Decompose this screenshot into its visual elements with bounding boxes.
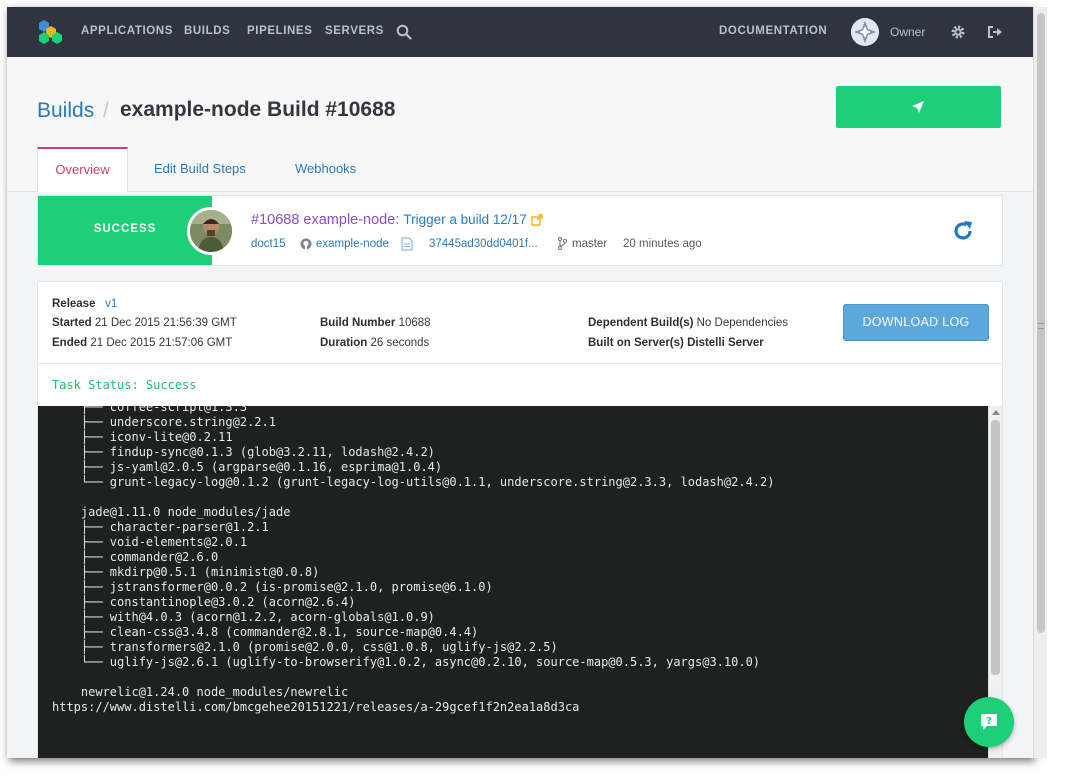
log-line: ├── iconv-lite@0.2.11 <box>52 430 233 444</box>
breadcrumb-builds-link[interactable]: Builds <box>37 99 94 123</box>
nav-builds[interactable]: BUILDS <box>184 25 230 37</box>
commit-message-link[interactable]: Trigger a build 12/17 <box>403 212 526 227</box>
duration-label: Duration <box>320 337 368 349</box>
nav-applications[interactable]: APPLICATIONS <box>81 25 173 37</box>
log-line: └── uglify-js@2.6.1 (uglify-to-browserif… <box>52 655 761 669</box>
task-status: Task Status: Success <box>52 378 197 392</box>
scroll-up-arrow-icon[interactable] <box>992 410 1000 415</box>
release-row: Release v1 <box>52 298 117 310</box>
search-icon[interactable] <box>396 24 412 40</box>
log-line: newrelic@1.24.0 node_modules/newrelic <box>52 685 349 699</box>
log-line: ├── transformers@2.1.0 (promise@2.0.0, c… <box>52 640 558 654</box>
main-content: SUCCESS #10688 example-node: Trigger a b… <box>7 192 1033 758</box>
built-on-value: Distelli Server <box>687 337 764 349</box>
browser-window: APPLICATIONS BUILDS PIPELINES SERVERS DO… <box>7 7 1033 758</box>
nav-documentation[interactable]: DOCUMENTATION <box>719 25 827 37</box>
branch-icon <box>557 237 567 250</box>
log-line: jade@1.11.0 node_modules/jade <box>52 505 291 519</box>
scrollbar-grip <box>1038 323 1044 329</box>
duration-value: 26 seconds <box>370 337 430 349</box>
download-log-button[interactable]: DOWNLOAD LOG <box>843 304 989 341</box>
external-link-icon[interactable] <box>530 214 543 226</box>
log-line: └── grunt-legacy-log@0.1.2 (grunt-legacy… <box>52 475 775 489</box>
commit-file-icon <box>401 237 413 251</box>
sign-out-icon[interactable] <box>987 24 1003 40</box>
log-line: ├── constantinople@3.0.2 (acorn@2.6.4) <box>52 595 356 609</box>
log-line: ├── with@4.0.3 (acorn@1.2.2, acorn-globa… <box>52 610 435 624</box>
log-line: ├── underscore.string@2.2.1 <box>52 415 276 429</box>
help-question-icon: ? <box>981 714 997 730</box>
release-link[interactable]: v1 <box>105 298 117 310</box>
logo-icon[interactable] <box>37 19 63 45</box>
build-time: 20 minutes ago <box>623 238 702 250</box>
build-log-terminal[interactable]: ├── coffee-script@1.3.3 ├── underscore.s… <box>38 406 988 758</box>
log-line: ├── commander@2.6.0 <box>52 550 219 564</box>
log-line: ├── character-parser@1.2.1 <box>52 520 269 534</box>
tab-overview[interactable]: Overview <box>37 147 128 192</box>
build-number-label: Build Number <box>320 317 396 329</box>
started-value: 21 Dec 2015 21:56:39 GMT <box>94 317 237 329</box>
dependent-value: No Dependencies <box>696 317 789 329</box>
ended-label: Ended <box>52 337 88 349</box>
log-line: ├── void-elements@2.0.1 <box>52 535 248 549</box>
log-line: ├── coffee-script@1.3.3 <box>52 406 248 414</box>
ended-value: 21 Dec 2015 21:57:06 GMT <box>90 337 233 349</box>
tab-webhooks[interactable]: Webhooks <box>295 161 356 176</box>
status-badge: SUCCESS <box>38 196 212 265</box>
started-label: Started <box>52 317 92 329</box>
release-label: Release <box>52 298 96 310</box>
page-scrollbar[interactable] <box>1033 7 1047 758</box>
deploy-button[interactable] <box>836 86 1001 128</box>
page-title: example-node Build #10688 <box>120 98 396 121</box>
log-line: https://www.distelli.com/bmcgehee2015122… <box>52 700 580 714</box>
user-name[interactable]: Owner <box>890 25 925 39</box>
dependent-row: Dependent Build(s) No Dependencies <box>588 317 788 329</box>
duration-row: Duration 26 seconds <box>320 337 429 349</box>
branch-name: master <box>572 238 608 250</box>
nav-pipelines[interactable]: PIPELINES <box>247 25 312 37</box>
committer-avatar <box>187 207 235 255</box>
build-number-link[interactable]: #10688 <box>251 212 299 228</box>
user-avatar[interactable] <box>851 18 879 46</box>
page-header: Builds / example-node Build #10688 Overv… <box>7 57 1033 192</box>
repo-link[interactable]: example-node <box>316 238 389 250</box>
log-line: ├── jstransformer@0.0.2 (is-promise@2.1.… <box>52 580 493 594</box>
svg-text:?: ? <box>986 716 992 727</box>
build-summary-card: SUCCESS #10688 example-node: Trigger a b… <box>37 195 1003 266</box>
ended-row: Ended 21 Dec 2015 21:57:06 GMT <box>52 337 232 349</box>
help-chat-button[interactable]: ? <box>964 697 1014 747</box>
log-line: ├── findup-sync@0.1.3 (glob@3.2.11, loda… <box>52 445 435 459</box>
refresh-icon[interactable] <box>951 219 975 243</box>
gear-icon[interactable] <box>950 24 966 40</box>
log-line: ├── clean-css@3.4.8 (commander@2.8.1, so… <box>52 625 479 639</box>
top-nav: APPLICATIONS BUILDS PIPELINES SERVERS DO… <box>7 7 1033 57</box>
nav-servers[interactable]: SERVERS <box>325 25 384 37</box>
build-number-value: 10688 <box>398 317 431 329</box>
built-on-row: Built on Server(s) Distelli Server <box>588 337 764 349</box>
commit-hash-link[interactable]: 37445ad30dd0401f... <box>429 238 538 250</box>
log-line: ├── mkdirp@0.5.1 (minimist@0.0.8) <box>52 565 320 579</box>
rocket-icon <box>912 101 924 113</box>
build-heading: #10688 example-node: Trigger a build 12/… <box>251 212 543 228</box>
build-details-panel: Release v1 Started 21 Dec 2015 21:56:39 … <box>37 281 1003 758</box>
breadcrumb-separator: / <box>103 99 109 122</box>
build-repo-link[interactable]: example-node: <box>303 212 399 228</box>
details-divider <box>38 363 1002 364</box>
github-icon <box>300 238 312 250</box>
committer-link[interactable]: doct15 <box>251 238 286 250</box>
started-row: Started 21 Dec 2015 21:56:39 GMT <box>52 317 237 329</box>
dependent-label: Dependent Build(s) <box>588 317 694 329</box>
built-on-label: Built on Server(s) <box>588 337 684 349</box>
tab-edit-build-steps[interactable]: Edit Build Steps <box>154 161 246 176</box>
log-line: ├── js-yaml@2.0.5 (argparse@0.1.16, espr… <box>52 460 443 474</box>
build-number-row: Build Number 10688 <box>320 317 431 329</box>
log-scrollbar-thumb[interactable] <box>991 420 1000 675</box>
